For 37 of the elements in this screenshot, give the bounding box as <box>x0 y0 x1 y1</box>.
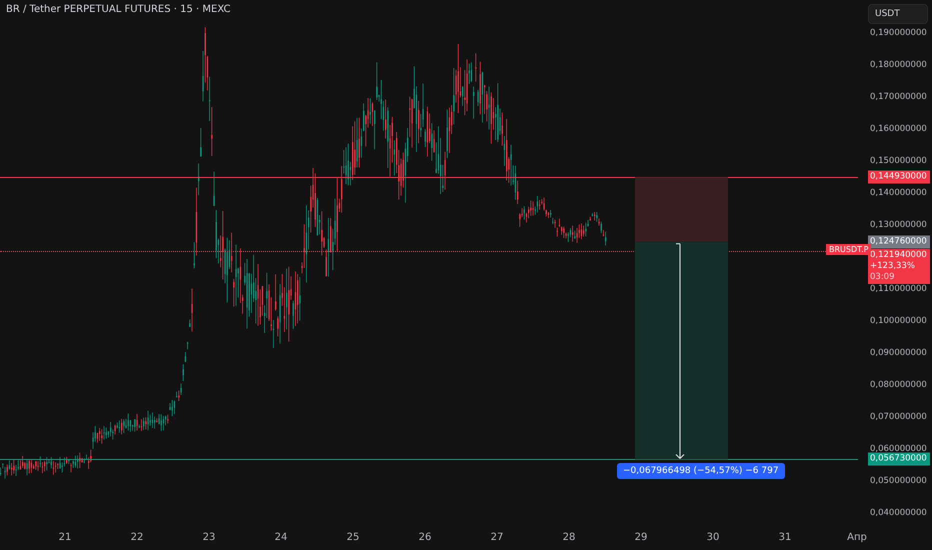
entry-price-tag: 0,124760000 <box>868 235 930 248</box>
symbol-tag: BRUSDT.P <box>826 244 872 255</box>
time-tick: 31 <box>778 532 792 543</box>
time-tick: 27 <box>490 532 504 543</box>
time-tick: 26 <box>418 532 432 543</box>
price-tick: 0,170000000 <box>870 92 927 102</box>
time-tick: 22 <box>130 532 144 543</box>
price-tick: 0,110000000 <box>870 284 927 294</box>
price-tag: 0,144930000 <box>868 170 930 184</box>
measure-label: −0,067966498 (−54,57%) −6 797 <box>617 463 785 479</box>
price-tick: 0,060000000 <box>870 444 927 454</box>
price-change: +123,33% <box>870 260 916 272</box>
price-tick: 0,040000000 <box>870 508 927 518</box>
chart-title: BR / Tether PERPETUAL FUTURES · 15 · MEXC <box>6 4 230 15</box>
price-tick: 0,150000000 <box>870 156 927 166</box>
time-tick: 23 <box>202 532 216 543</box>
time-tick: 28 <box>562 532 576 543</box>
time-tick: 25 <box>346 532 360 543</box>
price-tick: 0,160000000 <box>870 124 927 134</box>
price-tag: 0,056730000 <box>868 452 930 466</box>
price-tick: 0,140000000 <box>870 188 927 198</box>
currency-button[interactable]: USDT <box>868 4 928 24</box>
time-tick: 30 <box>706 532 720 543</box>
price-tick: 0,180000000 <box>870 60 927 70</box>
price-tick: 0,130000000 <box>870 220 927 230</box>
price-tick: 0,090000000 <box>870 348 927 358</box>
price-tick: 0,100000000 <box>870 316 927 326</box>
time-tick: Апр <box>846 532 868 543</box>
time-tick: 29 <box>634 532 648 543</box>
bar-countdown: 03:09 <box>870 272 896 283</box>
time-tick: 24 <box>274 532 288 543</box>
last-price: 0,121940000 <box>870 250 928 261</box>
price-tick: 0,050000000 <box>870 476 927 486</box>
price-tick: 0,080000000 <box>870 380 927 390</box>
price-tick: 0,070000000 <box>870 412 927 422</box>
time-tick: 21 <box>58 532 72 543</box>
price-tick: 0,190000000 <box>870 28 927 38</box>
